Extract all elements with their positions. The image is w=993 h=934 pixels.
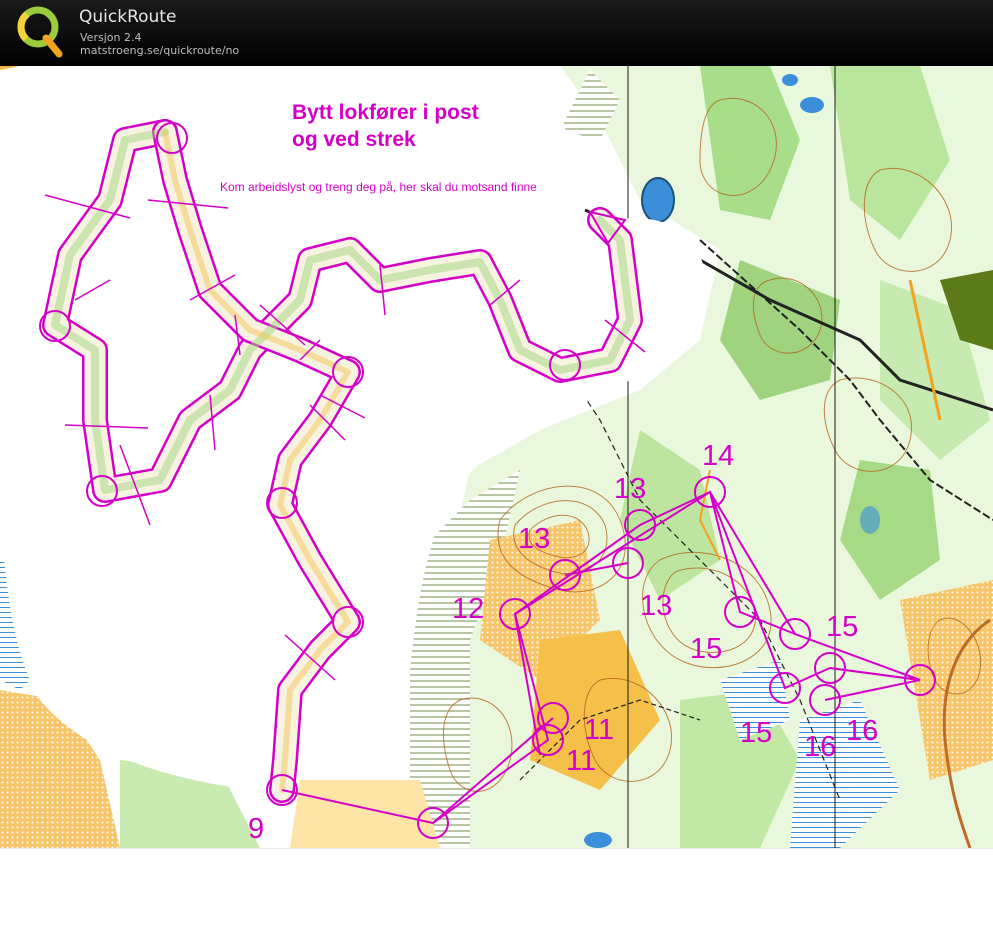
map-heading-line-2: og ved strek	[292, 128, 416, 151]
app-url: matstroeng.se/quickroute/no	[80, 44, 240, 57]
control-number: 15	[690, 633, 722, 665]
quickroute-logo	[17, 6, 63, 58]
control-number: 16	[804, 731, 836, 763]
app-title: QuickRoute	[79, 7, 177, 27]
bottom-panel	[0, 848, 993, 934]
control-number: 11	[584, 714, 614, 746]
map-heading-line-1: Bytt lokfører i post	[292, 101, 479, 124]
control-number: 14	[702, 440, 734, 472]
control-number: 13	[614, 473, 646, 505]
control-number: 13	[518, 523, 550, 555]
map-subtext: Kom arbeidslyst og treng deg på, her ska…	[220, 180, 537, 194]
orienteering-map[interactable]: Bytt lokfører i post og ved strek Kom ar…	[0, 66, 993, 848]
control-number: 11	[566, 745, 596, 777]
control-number: 15	[740, 717, 772, 749]
control-number: 15	[826, 611, 858, 643]
control-number: 13	[640, 590, 672, 622]
app-version: Versjon 2.4	[80, 31, 142, 44]
control-number: 16	[846, 715, 878, 747]
title-bar: QuickRoute Versjon 2.4 matstroeng.se/qui…	[0, 0, 993, 66]
control-number: 9	[248, 813, 264, 845]
control-number: 12	[452, 593, 484, 625]
